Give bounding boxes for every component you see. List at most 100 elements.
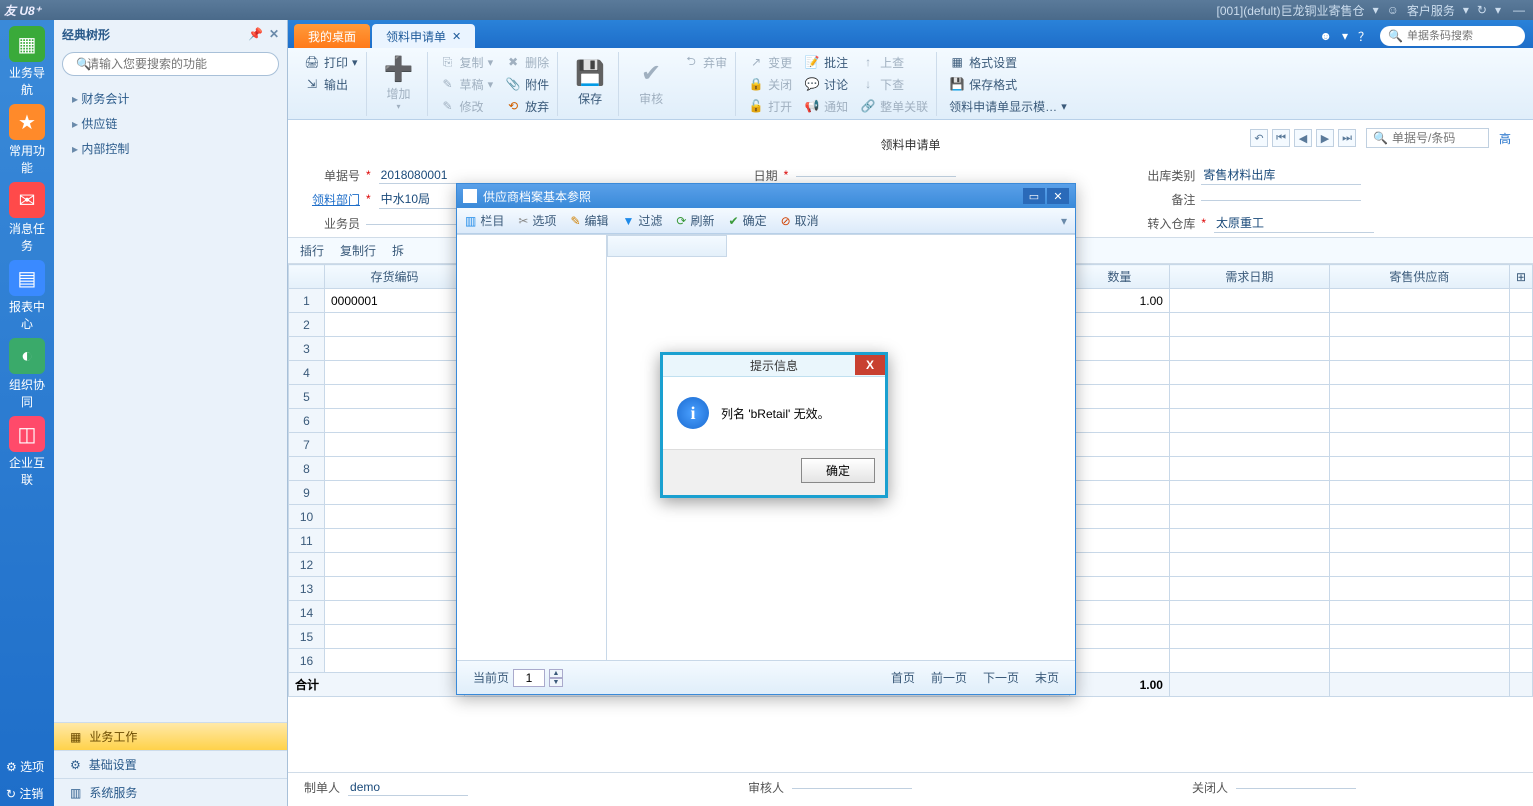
btab-system[interactable]: ▥系统服务 [54,778,287,806]
pager-first-button[interactable]: 首页 [891,669,915,686]
pager-prev-button[interactable]: 前一页 [931,669,967,686]
refdlg-filter-button[interactable]: ▼过滤 [623,212,663,229]
refdlg-close-button[interactable]: ✕ [1047,188,1069,204]
display-template[interactable]: 领料申请单显示模… ▾ [949,96,1067,116]
rail-favorites[interactable]: ★常用功能 [4,102,50,178]
outtype-value[interactable]: 寄售材料出库 [1201,165,1361,185]
btab-basic[interactable]: ⚙基础设置 [54,750,287,778]
rail-org[interactable]: ◐组织协同 [4,336,50,412]
dept-label[interactable]: 领料部门 [304,191,360,208]
refdlg-col-button[interactable]: ▥栏目 [465,212,504,229]
refdlg-edit-button[interactable]: ✎编辑 [570,212,608,229]
col-vendor[interactable]: 寄售供应商 [1329,265,1509,289]
doc-search[interactable]: 🔍 [1366,128,1489,148]
pager-last-button[interactable]: 末页 [1035,669,1059,686]
change-button[interactable]: ↗变更 [748,52,792,72]
copy-row-button[interactable]: 复制行 [340,242,376,259]
close-icon[interactable]: ✕ [452,30,461,43]
refdlg-tree-pane[interactable] [457,235,607,660]
refdlg-ok-button[interactable]: ✔确定 [729,212,767,229]
barcode-search[interactable]: 🔍 [1380,26,1525,46]
refdlg-minimize-button[interactable]: ▭ [1023,188,1045,204]
format-button[interactable]: ▦格式设置 [949,52,1067,72]
lookup-down-button[interactable]: ↓下查 [860,74,928,94]
refdlg-cancel-button[interactable]: ⊘取消 [781,212,819,229]
insert-row-button[interactable]: 插行 [300,242,324,259]
date-value[interactable] [796,174,956,177]
modify-button[interactable]: ✎修改 [440,96,494,116]
tab-material-request[interactable]: 领料申请单✕ [372,24,475,48]
rail-logout[interactable]: ↻ 注销 [0,781,54,806]
tree-node-supply[interactable]: 供应链 [72,111,287,136]
column-icon: ▥ [465,214,476,228]
notify-button[interactable]: 📢通知 [804,96,848,116]
tree-node-finance[interactable]: 财务会计 [72,86,287,111]
rail-enterprise[interactable]: ◫企业互联 [4,414,50,490]
close-button[interactable]: 🔒关闭 [748,74,792,94]
abandon-button[interactable]: ⟲放弃 [505,96,549,116]
assoc-button[interactable]: 🔗整单关联 [860,96,928,116]
service-dropdown-icon[interactable]: ▾ [1463,3,1469,17]
rail-reports[interactable]: ▤报表中心 [4,258,50,334]
close-icon[interactable]: ✕ [269,27,279,41]
copy-button[interactable]: ⎘复制 ▾ [440,52,494,72]
col-qty[interactable]: 数量 [1069,265,1169,289]
add-button[interactable]: ➕增加▾ [379,52,419,112]
open-button[interactable]: 🔓打开 [748,96,792,116]
print-button[interactable]: 🖨打印 ▾ [304,52,358,72]
pin-icon[interactable]: 📌 [248,27,263,41]
alert-close-button[interactable]: X [855,355,885,375]
alert-ok-button[interactable]: 确定 [801,458,875,483]
rail-business-nav[interactable]: ▦业务导航 [4,24,50,100]
col-date[interactable]: 需求日期 [1169,265,1329,289]
doc-search-input[interactable] [1392,131,1482,145]
smile-icon[interactable]: ☻ [1319,29,1332,43]
draft-button[interactable]: ✎草稿 ▾ [440,74,494,94]
refdlg-dropdown-icon[interactable]: ▾ [1061,214,1067,228]
rail-options[interactable]: ⚙ 选项 [0,754,54,779]
more-link[interactable]: 高 [1499,130,1511,147]
barcode-search-input[interactable] [1407,30,1517,42]
refdlg-opt-button[interactable]: ✂选项 [518,212,556,229]
minimize-button[interactable]: — [1509,3,1529,17]
pager-up-button[interactable]: ▲ [549,669,563,678]
nav-next-button[interactable]: ▶ [1316,129,1334,147]
refdlg-refresh-button[interactable]: ⟳刷新 [676,212,714,229]
rail-messages[interactable]: ✉消息任务 [4,180,50,256]
saveformat-button[interactable]: 💾保存格式 [949,74,1067,94]
refresh-icon[interactable]: ↻ [1477,3,1487,17]
docno-value[interactable]: 2018080001 [379,167,539,184]
batch-button[interactable]: 📝批注 [804,52,848,72]
lookup-up-button[interactable]: ↑上查 [860,52,928,72]
discuss-button[interactable]: 💬讨论 [804,74,848,94]
chevron-down-icon[interactable]: ▾ [1342,29,1348,43]
nav-undo-button[interactable]: ↶ [1250,129,1268,147]
help-icon[interactable]: ？ [1358,28,1370,45]
inwh-value[interactable]: 太原重工 [1214,213,1374,233]
pager-next-button[interactable]: 下一页 [983,669,1019,686]
refdlg-col-header[interactable] [607,235,727,257]
pager-down-button[interactable]: ▼ [549,678,563,687]
company-dropdown-icon[interactable]: ▾ [1373,3,1379,17]
reject-button[interactable]: ⮌弃审 [683,52,727,72]
col-code[interactable]: 存货编码 [325,265,465,289]
tree-node-internal[interactable]: 内部控制 [72,136,287,161]
save-button[interactable]: 💾保存 [570,52,610,112]
nav-last-button[interactable]: ⏭ [1338,129,1356,147]
service-label[interactable]: 客户服务 [1407,2,1455,19]
btab-business[interactable]: ▦业务工作 [54,722,287,750]
delete-button[interactable]: ✖删除 [505,52,549,72]
audit-button[interactable]: ✔审核 [631,52,671,112]
col-expand[interactable]: ⊞ [1509,265,1532,289]
output-button[interactable]: ⇲输出 [304,74,358,94]
attach-button[interactable]: 📎附件 [505,74,549,94]
dropdown-icon[interactable]: ▾ [1495,3,1501,17]
split-row-button[interactable]: 拆 [392,242,404,259]
nav-first-button[interactable]: ⏮ [1272,129,1290,147]
pager-input[interactable] [513,669,545,687]
tree-search-input[interactable] [62,52,279,76]
attachment-icon: 📎 [505,76,521,92]
remark-value[interactable] [1201,198,1361,201]
nav-prev-button[interactable]: ◀ [1294,129,1312,147]
tab-desktop[interactable]: 我的桌面 [294,24,370,48]
